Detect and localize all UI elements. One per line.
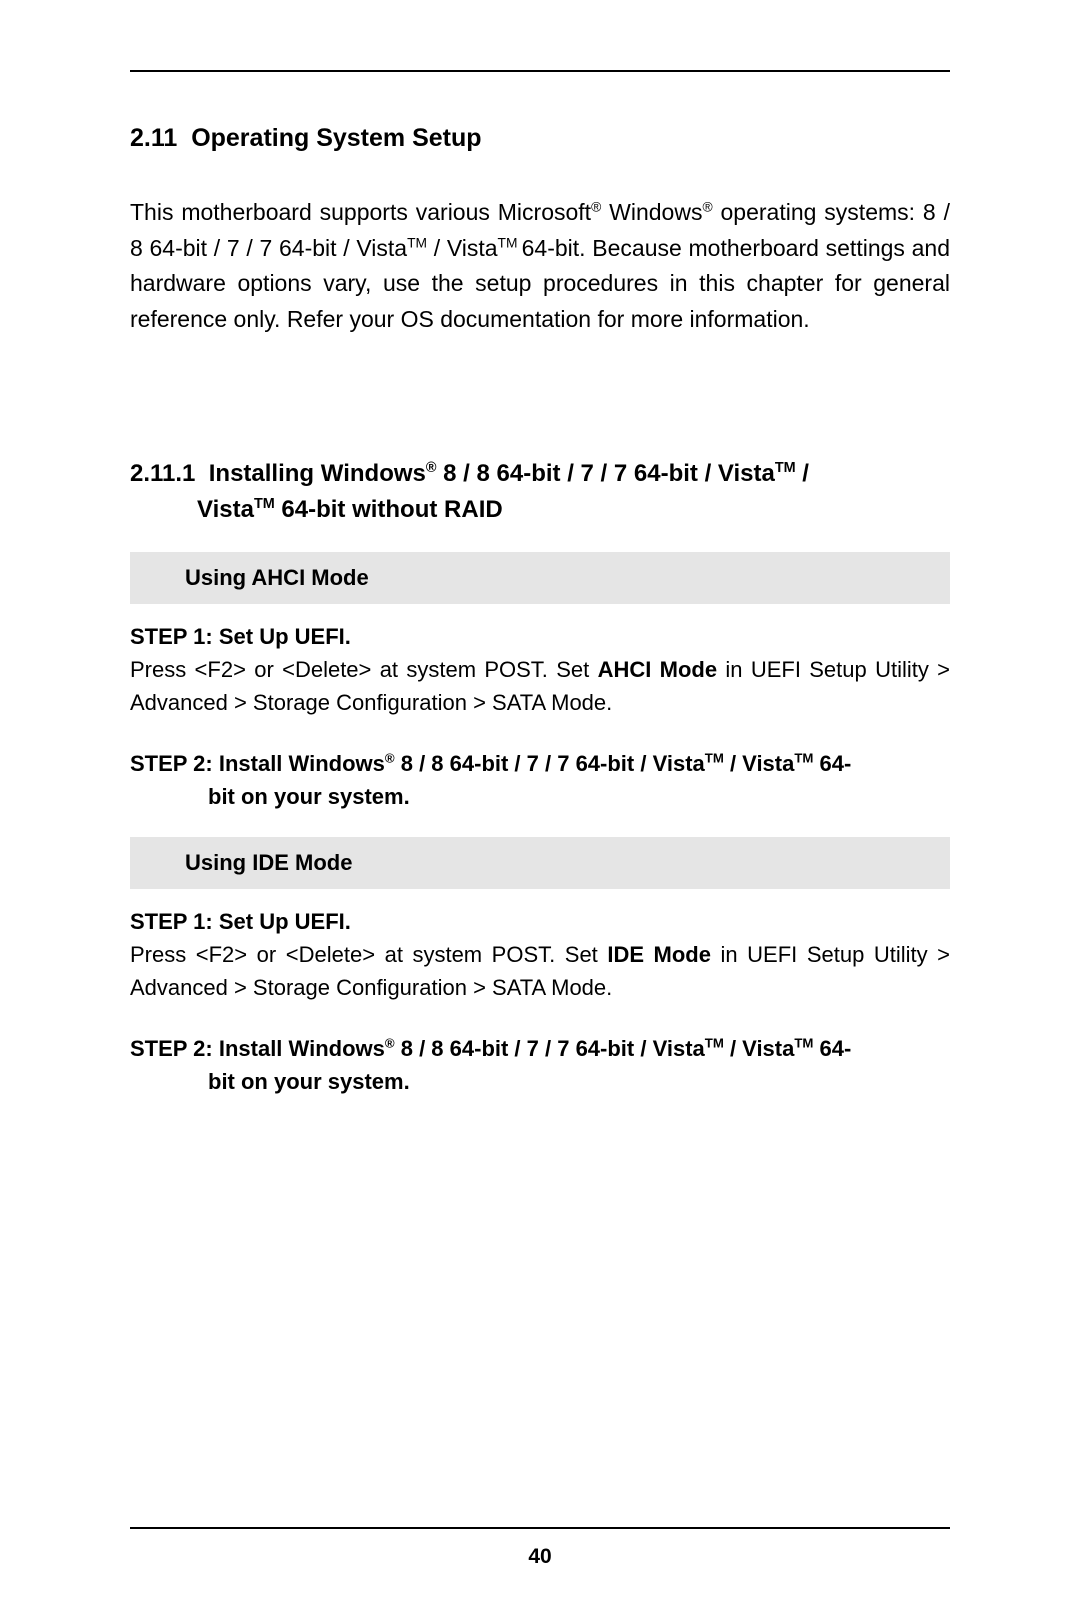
subsection-heading: 2.11.1 Installing Windows® 8 / 8 64-bit … [130,456,950,528]
registered-symbol: ® [385,750,395,765]
footer: 40 [130,1527,950,1569]
step2-line2: bit on your system. [130,780,950,813]
top-rule [130,70,950,72]
tm-symbol: TM [794,750,813,765]
tm-symbol: TM [407,235,427,250]
subsection-title-text: / [796,460,809,487]
subsection-number: 2.11.1 [130,460,195,487]
step-title: STEP 2: Install Windows® 8 / 8 64-bit / … [130,747,950,813]
step2-text: STEP 2: Install Windows [130,751,385,776]
subsection-title-text: 64-bit without RAID [275,496,503,523]
step-body-bold: AHCI Mode [598,657,718,682]
tm-symbol: TM [705,1035,724,1050]
step2-text: 64- [813,751,851,776]
tm-symbol: TM [254,496,275,512]
section-number: 2.11 [130,124,177,152]
subsection-title-text: Installing Windows [209,460,426,487]
step2-text: 64- [813,1036,851,1061]
section-heading: 2.11 Operating System Setup [130,124,950,153]
ahci-step2: STEP 2: Install Windows® 8 / 8 64-bit / … [130,747,950,813]
tm-symbol: TM [775,460,796,476]
section-title: Operating System Setup [191,124,481,152]
ide-step2: STEP 2: Install Windows® 8 / 8 64-bit / … [130,1032,950,1098]
step-title: STEP 1: Set Up UEFI. [130,905,950,938]
step-body-bold: IDE Mode [607,942,711,967]
content-area: 2.11 Operating System Setup This motherb… [130,124,950,1527]
registered-symbol: ® [426,460,437,476]
tm-symbol: TM [794,1035,813,1050]
step2-text: STEP 2: Install Windows [130,1036,385,1061]
tm-symbol: TM [705,750,724,765]
step-title: STEP 1: Set Up UEFI. [130,620,950,653]
step-body: Press <F2> or <Delete> at system POST. S… [130,938,950,1004]
step-body-text: Press <F2> or <Delete> at system POST. S… [130,942,607,967]
intro-paragraph: This motherboard supports various Micros… [130,195,950,338]
intro-text: / Vista [427,235,498,261]
step2-text: / Vista [724,1036,795,1061]
document-page: 2.11 Operating System Setup This motherb… [0,0,1080,1619]
registered-symbol: ® [591,199,601,214]
step-title: STEP 2: Install Windows® 8 / 8 64-bit / … [130,1032,950,1098]
ahci-step1: STEP 1: Set Up UEFI. Press <F2> or <Dele… [130,620,950,719]
subsection-title-text: 8 / 8 64-bit / 7 / 7 64-bit / Vista [436,460,774,487]
step2-text: 8 / 8 64-bit / 7 / 7 64-bit / Vista [395,751,705,776]
intro-text: This motherboard supports various Micros… [130,199,591,225]
tm-symbol: TM [498,235,522,250]
intro-text: Windows [601,199,702,225]
step-body-text: Press <F2> or <Delete> at system POST. S… [130,657,598,682]
step2-text: / Vista [724,751,795,776]
step-body: Press <F2> or <Delete> at system POST. S… [130,653,950,719]
ahci-mode-header: Using AHCI Mode [130,552,950,604]
registered-symbol: ® [702,199,712,214]
registered-symbol: ® [385,1035,395,1050]
ide-step1: STEP 1: Set Up UEFI. Press <F2> or <Dele… [130,905,950,1004]
step2-line2: bit on your system. [130,1065,950,1098]
subsection-title-line2: VistaTM 64-bit without RAID [130,492,950,528]
subsection-heading-block: 2.11.1 Installing Windows® 8 / 8 64-bit … [130,456,950,528]
subsection-title-text: Vista [197,496,254,523]
page-number: 40 [130,1545,950,1569]
ide-mode-header: Using IDE Mode [130,837,950,889]
bottom-rule [130,1527,950,1529]
step2-text: 8 / 8 64-bit / 7 / 7 64-bit / Vista [395,1036,705,1061]
